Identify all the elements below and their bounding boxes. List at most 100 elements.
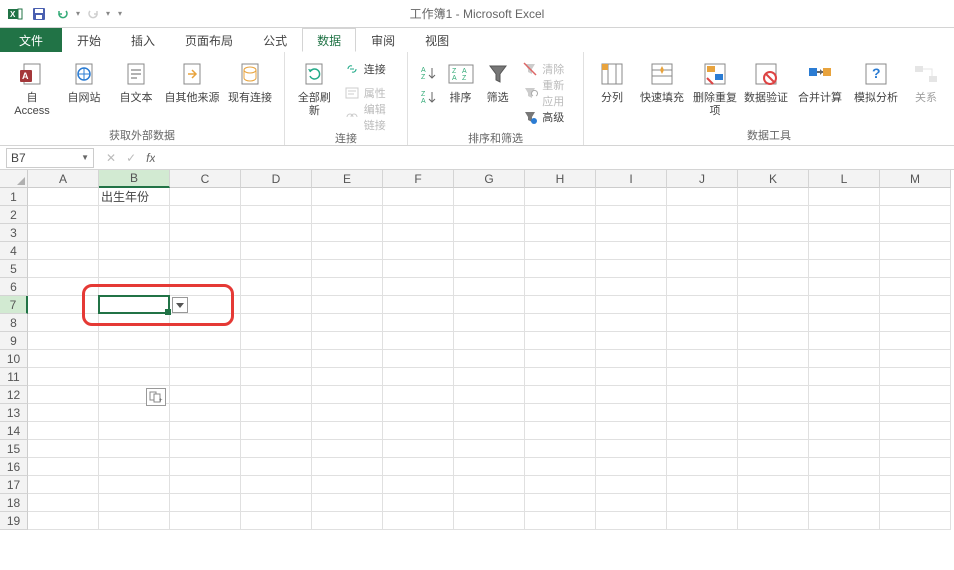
cell[interactable] [99, 350, 170, 368]
sort-asc-button[interactable]: AZ [416, 62, 440, 84]
cell[interactable] [525, 188, 596, 206]
cell[interactable] [170, 512, 241, 530]
cell[interactable] [667, 260, 738, 278]
cell[interactable] [28, 368, 99, 386]
cell[interactable] [241, 386, 312, 404]
cell[interactable] [99, 224, 170, 242]
whatif-button[interactable]: ? 模拟分析 [850, 56, 902, 105]
cell[interactable] [454, 404, 525, 422]
cell[interactable] [99, 206, 170, 224]
cell[interactable] [312, 188, 383, 206]
cell[interactable] [454, 458, 525, 476]
column-header[interactable]: C [170, 170, 241, 188]
reapply-button[interactable]: 重新应用 [518, 82, 575, 104]
cell[interactable] [738, 206, 809, 224]
cell[interactable] [99, 440, 170, 458]
row-header[interactable]: 14 [0, 422, 28, 440]
cell[interactable] [809, 368, 880, 386]
cell[interactable] [99, 278, 170, 296]
cell[interactable] [28, 440, 99, 458]
row-header[interactable]: 3 [0, 224, 28, 242]
cell[interactable] [596, 368, 667, 386]
cell[interactable] [241, 242, 312, 260]
cell[interactable] [454, 422, 525, 440]
row-header[interactable]: 6 [0, 278, 28, 296]
cell[interactable] [667, 494, 738, 512]
select-all-button[interactable] [0, 170, 28, 188]
cell[interactable] [312, 404, 383, 422]
cell[interactable] [241, 224, 312, 242]
column-header[interactable]: E [312, 170, 383, 188]
sort-desc-button[interactable]: ZA [416, 86, 440, 108]
cell[interactable] [667, 386, 738, 404]
formula-input[interactable] [155, 148, 954, 168]
row-header[interactable]: 11 [0, 368, 28, 386]
cell[interactable] [809, 224, 880, 242]
tab-home[interactable]: 开始 [62, 28, 116, 52]
cell[interactable] [383, 368, 454, 386]
cell[interactable] [454, 440, 525, 458]
cell[interactable] [312, 494, 383, 512]
cell[interactable] [596, 206, 667, 224]
cell[interactable] [99, 332, 170, 350]
cell[interactable] [454, 386, 525, 404]
enter-formula-icon[interactable]: ✓ [126, 151, 136, 165]
cell[interactable] [667, 476, 738, 494]
cell[interactable]: 出生年份 [99, 188, 170, 206]
cell[interactable] [241, 296, 312, 314]
cell[interactable] [170, 350, 241, 368]
cell[interactable] [667, 458, 738, 476]
cancel-formula-icon[interactable]: ✕ [106, 151, 116, 165]
advanced-filter-button[interactable]: 高级 [518, 106, 575, 128]
cell[interactable] [525, 368, 596, 386]
cell[interactable] [312, 476, 383, 494]
cell[interactable] [667, 512, 738, 530]
cell[interactable] [454, 368, 525, 386]
cell[interactable] [809, 494, 880, 512]
cell[interactable] [454, 224, 525, 242]
cell[interactable] [525, 242, 596, 260]
cell[interactable] [28, 494, 99, 512]
cell[interactable] [738, 458, 809, 476]
row-header[interactable]: 9 [0, 332, 28, 350]
cell[interactable] [170, 458, 241, 476]
cell[interactable] [454, 296, 525, 314]
cell[interactable] [312, 350, 383, 368]
cell[interactable] [880, 242, 951, 260]
cell[interactable] [241, 260, 312, 278]
cell[interactable] [880, 224, 951, 242]
cell[interactable] [28, 332, 99, 350]
cell[interactable] [880, 476, 951, 494]
name-box[interactable]: B7 ▼ [6, 148, 94, 168]
cell[interactable] [383, 512, 454, 530]
cell[interactable] [809, 386, 880, 404]
cell[interactable] [880, 440, 951, 458]
cell[interactable] [99, 260, 170, 278]
cell[interactable] [525, 260, 596, 278]
cell[interactable] [28, 206, 99, 224]
cell[interactable] [312, 368, 383, 386]
cell[interactable] [28, 458, 99, 476]
row-header[interactable]: 17 [0, 476, 28, 494]
cell[interactable] [667, 296, 738, 314]
cell[interactable] [170, 242, 241, 260]
cell[interactable] [596, 494, 667, 512]
validation-dropdown-button[interactable] [172, 297, 188, 313]
from-access-button[interactable]: A 自 Access [8, 56, 56, 118]
cell[interactable] [880, 386, 951, 404]
cell[interactable] [383, 296, 454, 314]
cell[interactable] [880, 422, 951, 440]
cell[interactable] [28, 404, 99, 422]
cell[interactable] [667, 206, 738, 224]
cell[interactable] [525, 350, 596, 368]
cell[interactable] [383, 278, 454, 296]
cell[interactable] [738, 314, 809, 332]
from-web-button[interactable]: 自网站 [60, 56, 108, 105]
tab-review[interactable]: 审阅 [356, 28, 410, 52]
relations-button[interactable]: 关系 [906, 56, 946, 105]
cell[interactable] [809, 404, 880, 422]
row-header[interactable]: 8 [0, 314, 28, 332]
cell[interactable] [28, 386, 99, 404]
cell[interactable] [880, 368, 951, 386]
tab-file[interactable]: 文件 [0, 28, 62, 52]
